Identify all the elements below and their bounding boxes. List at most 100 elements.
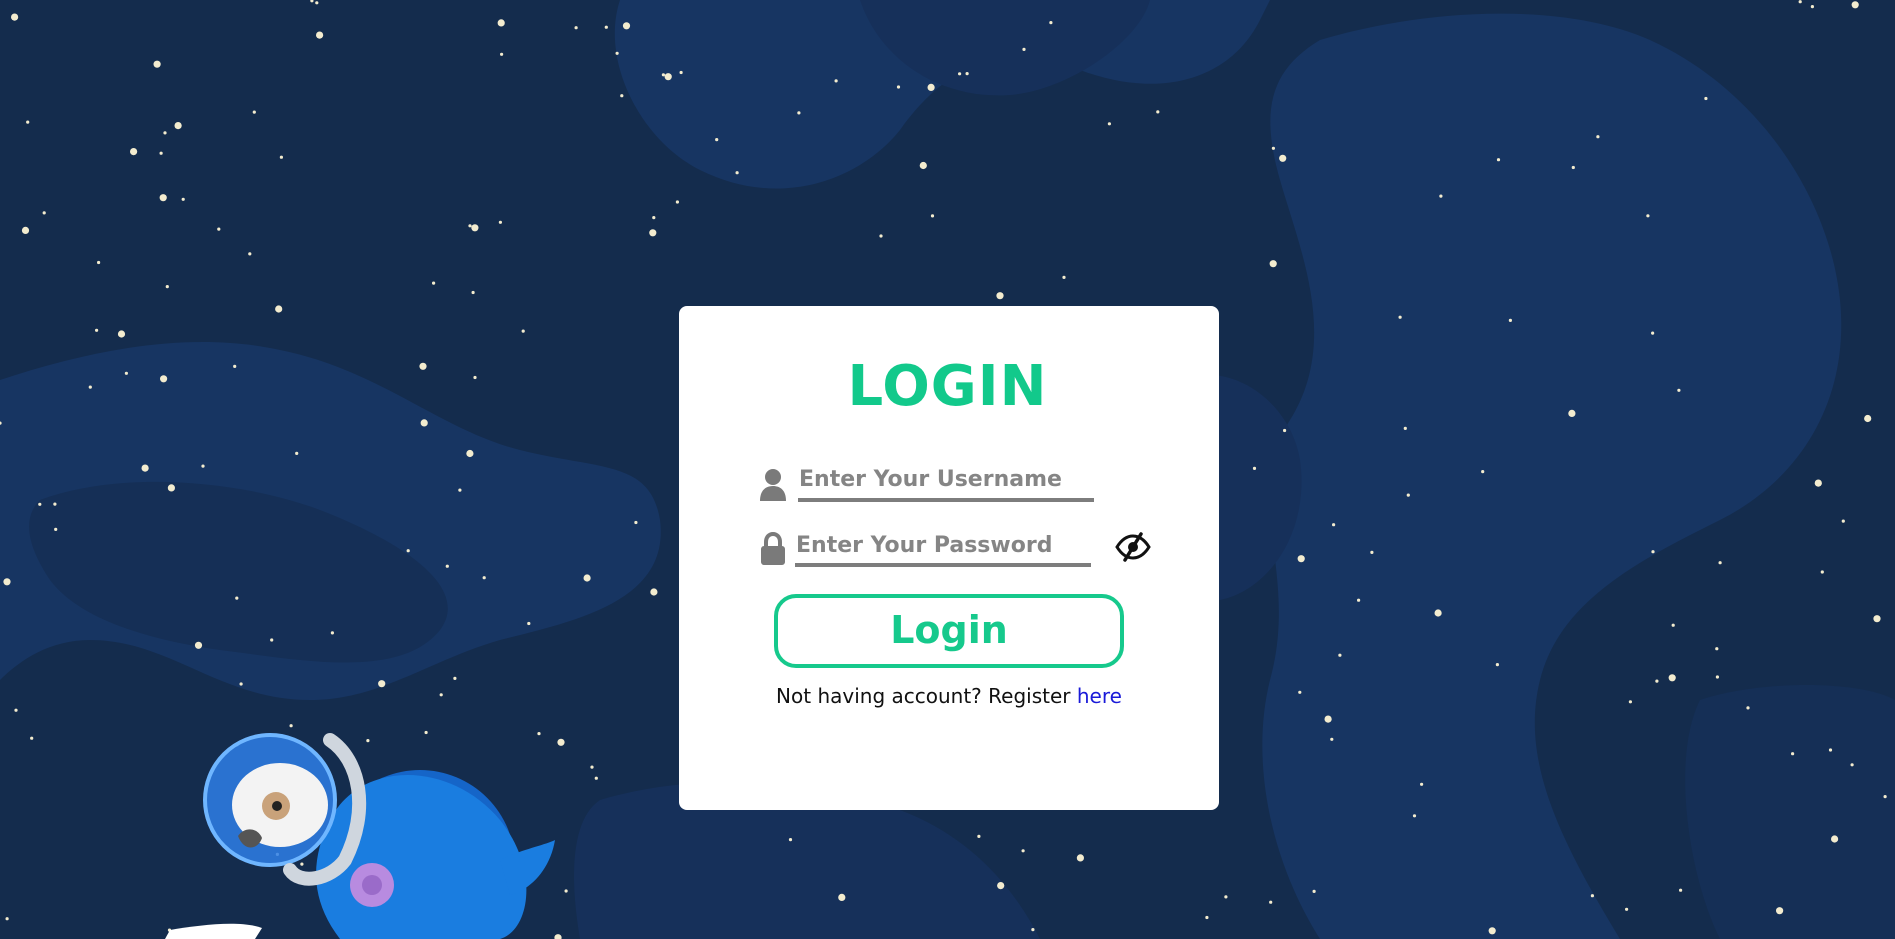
star <box>1357 598 1361 602</box>
star <box>1814 479 1822 487</box>
star <box>615 51 619 55</box>
star <box>1279 154 1287 162</box>
star <box>1628 700 1632 704</box>
star <box>1590 894 1594 898</box>
star <box>181 197 185 201</box>
star <box>1269 900 1273 904</box>
star <box>996 292 1004 300</box>
star <box>366 739 370 743</box>
star <box>1324 715 1332 723</box>
star <box>1022 47 1026 52</box>
star <box>42 211 46 215</box>
star <box>1062 275 1066 279</box>
star <box>583 574 591 582</box>
star <box>896 85 901 89</box>
username-input[interactable] <box>799 462 1093 496</box>
star <box>1810 5 1814 9</box>
star <box>500 52 504 56</box>
password-field[interactable] <box>795 528 1091 568</box>
star <box>1651 550 1655 554</box>
star <box>1283 428 1287 433</box>
eye-slash-icon[interactable] <box>1114 531 1152 563</box>
star <box>649 229 657 237</box>
star <box>834 79 838 83</box>
star <box>838 893 846 902</box>
star <box>159 194 167 202</box>
star <box>1412 814 1417 818</box>
login-button[interactable]: Login <box>774 594 1124 668</box>
star <box>715 138 719 142</box>
star <box>1332 523 1336 527</box>
star <box>1205 915 1209 920</box>
star <box>315 1 319 5</box>
star <box>1831 835 1839 843</box>
star <box>1828 748 1833 752</box>
star <box>1434 609 1442 617</box>
star <box>650 588 658 596</box>
star <box>289 724 293 728</box>
star <box>30 736 34 740</box>
star <box>432 281 436 285</box>
star <box>445 564 449 568</box>
star <box>378 680 386 688</box>
star <box>153 60 161 68</box>
astronaut-dog-illustration <box>165 733 555 939</box>
star <box>735 171 739 175</box>
star <box>453 676 457 681</box>
star <box>797 111 801 115</box>
star <box>279 155 283 159</box>
star <box>564 889 568 893</box>
star <box>1271 146 1275 150</box>
password-input[interactable] <box>796 528 1090 562</box>
star <box>1156 110 1160 114</box>
star <box>1107 122 1111 126</box>
star <box>1049 21 1053 25</box>
star <box>330 631 334 635</box>
star <box>3 578 11 586</box>
star <box>163 131 167 135</box>
login-title: LOGIN <box>847 354 1048 419</box>
star <box>1488 927 1496 935</box>
star <box>1330 737 1334 741</box>
star <box>1481 470 1485 474</box>
star <box>1403 426 1407 430</box>
star <box>537 732 541 736</box>
star <box>11 13 19 21</box>
username-field[interactable] <box>798 462 1094 502</box>
star <box>1298 690 1302 694</box>
star <box>1439 194 1443 198</box>
star <box>201 464 205 468</box>
star <box>275 305 283 313</box>
star <box>788 838 793 842</box>
star <box>521 329 525 333</box>
star <box>1704 96 1708 101</box>
star <box>498 220 502 224</box>
star <box>997 882 1005 890</box>
star <box>95 328 99 332</box>
star <box>406 549 410 553</box>
star <box>26 120 30 124</box>
star <box>977 834 981 839</box>
star <box>1406 493 1410 497</box>
star <box>557 738 565 746</box>
star <box>1718 561 1722 565</box>
star <box>604 25 608 29</box>
star <box>97 260 101 265</box>
star <box>165 285 169 289</box>
star <box>927 83 935 91</box>
register-prompt: Not having account? Register <box>776 684 1071 708</box>
star <box>1668 674 1676 682</box>
star <box>300 862 304 866</box>
register-link[interactable]: here <box>1077 684 1122 708</box>
star <box>54 527 58 532</box>
star <box>295 451 299 455</box>
star <box>1873 615 1881 623</box>
star <box>141 464 149 472</box>
star <box>1370 550 1374 555</box>
star <box>661 73 666 77</box>
star <box>1851 1 1859 9</box>
star <box>38 502 42 506</box>
star <box>930 214 935 218</box>
star <box>1252 466 1257 470</box>
star <box>5 917 9 921</box>
